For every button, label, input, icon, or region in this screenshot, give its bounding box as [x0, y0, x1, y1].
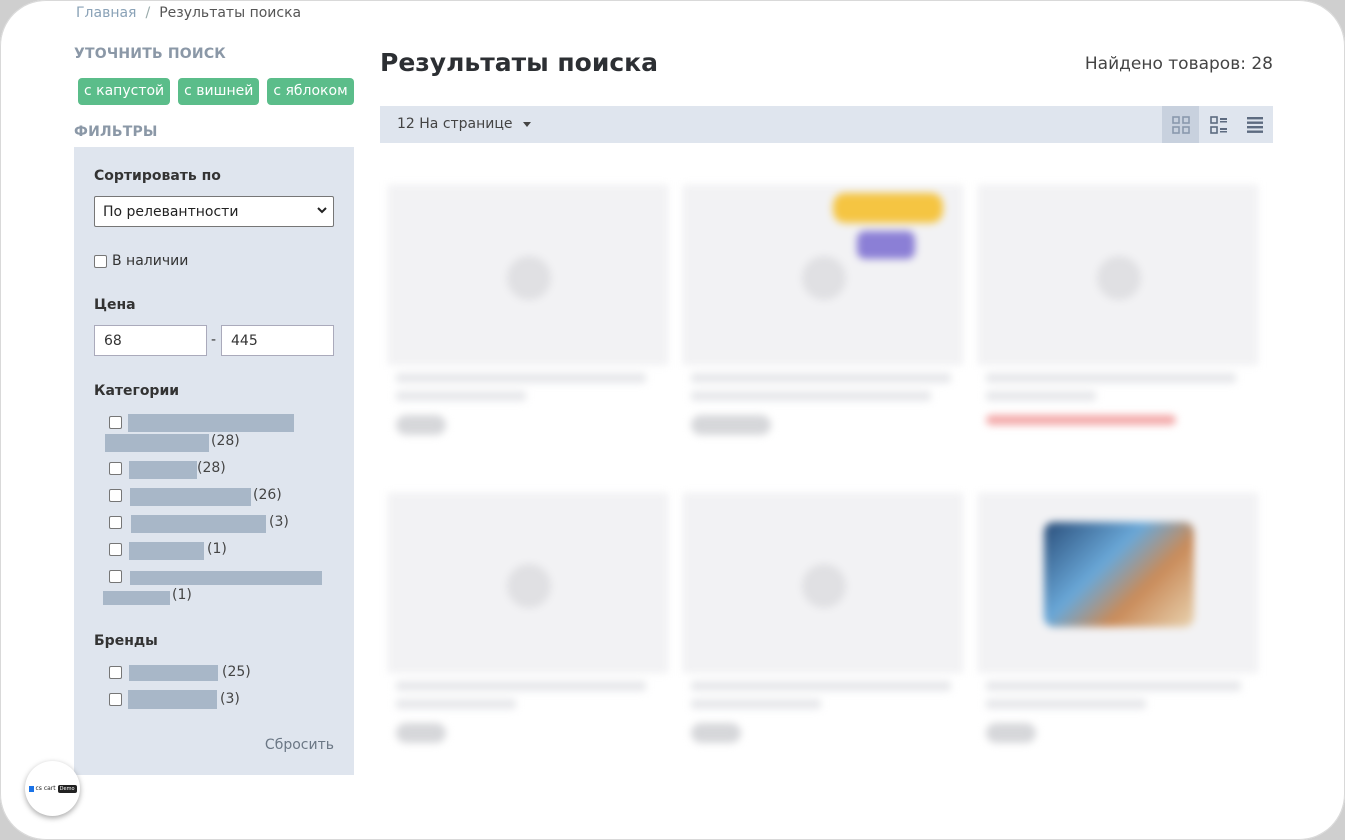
- product-card[interactable]: [388, 185, 668, 435]
- refine-tags: с капустой с вишней с яблоком: [78, 78, 354, 105]
- category-name-redacted: [130, 488, 251, 506]
- cscart-demo-tag: Demo: [57, 784, 77, 793]
- list-view-icon: [1209, 115, 1227, 134]
- product-image: [978, 493, 1258, 673]
- price-min-input[interactable]: 68: [94, 325, 207, 356]
- results-count: Найдено товаров: 28: [1084, 54, 1273, 74]
- image-placeholder-icon: [507, 256, 551, 300]
- refine-tag-cherry[interactable]: с вишней: [178, 78, 260, 105]
- page-frame: Главная / Результаты поиска УТОЧНИТЬ ПОИ…: [0, 0, 1345, 840]
- product-badge: [833, 193, 943, 223]
- category-count: (1): [207, 541, 227, 557]
- product-image: [388, 493, 668, 673]
- price-label: Цена: [94, 297, 136, 313]
- category-name-redacted: [131, 515, 266, 533]
- chevron-down-icon: [317, 207, 327, 214]
- image-placeholder-icon: [507, 564, 551, 608]
- product-card[interactable]: [388, 493, 668, 743]
- breadcrumb: Главная / Результаты поиска: [76, 5, 301, 21]
- page-title: Результаты поиска: [380, 48, 659, 77]
- price-max-input[interactable]: 445: [221, 325, 334, 356]
- refine-tag-apple[interactable]: с яблоком: [267, 78, 354, 105]
- per-page-value: 12 На странице: [397, 116, 513, 132]
- categories-label: Категории: [94, 383, 180, 399]
- category-count: (3): [269, 514, 289, 530]
- image-placeholder-icon: [802, 564, 846, 608]
- cscart-brand: cs cart: [35, 785, 56, 792]
- chevron-down-icon: [522, 121, 531, 127]
- breadcrumb-separator: /: [145, 5, 151, 21]
- product-badge: [857, 231, 915, 259]
- product-image: [388, 185, 668, 365]
- category-name-redacted: [129, 542, 204, 560]
- category-count: (1): [172, 587, 192, 603]
- sort-select-value: По релевантности: [103, 204, 239, 220]
- category-name-redacted: [128, 414, 294, 432]
- reset-filters-link[interactable]: Сбросить: [265, 737, 334, 753]
- brand-name-redacted: [129, 665, 218, 681]
- brand-count: (25): [222, 664, 251, 680]
- category-count: (28): [211, 433, 240, 449]
- category-name-redacted: [105, 434, 209, 452]
- filters-heading: ФИЛЬТРЫ: [74, 124, 158, 140]
- brand-checkbox[interactable]: [109, 693, 122, 706]
- category-count: (26): [253, 487, 282, 503]
- breadcrumb-current: Результаты поиска: [159, 5, 302, 21]
- category-checkbox[interactable]: [109, 462, 122, 475]
- category-checkbox[interactable]: [109, 416, 122, 429]
- image-placeholder-icon: [1097, 256, 1141, 300]
- image-placeholder-icon: [802, 256, 846, 300]
- cscart-demo-widget[interactable]: cs cart Demo: [25, 761, 80, 816]
- compact-view-button[interactable]: [1236, 106, 1273, 143]
- list-view-button[interactable]: [1200, 106, 1237, 143]
- category-count: (28): [197, 460, 226, 476]
- product-image: [978, 185, 1258, 365]
- grid-view-icon: [1171, 115, 1190, 134]
- breadcrumb-home-link[interactable]: Главная: [76, 5, 136, 21]
- product-card[interactable]: [978, 185, 1258, 425]
- brands-label: Бренды: [94, 633, 158, 649]
- brand-name-redacted: [128, 690, 217, 709]
- per-page-dropdown[interactable]: 12 На странице: [397, 116, 531, 132]
- compact-view-icon: [1246, 116, 1263, 133]
- grid-view-button[interactable]: [1162, 106, 1199, 143]
- results-toolbar: 12 На странице: [380, 106, 1273, 143]
- category-name-redacted: [129, 461, 197, 479]
- brand-count: (3): [220, 691, 240, 707]
- product-card[interactable]: [683, 185, 963, 435]
- category-name-redacted: [103, 591, 170, 605]
- brand-checkbox[interactable]: [109, 666, 122, 679]
- refine-tag-cabbage[interactable]: с капустой: [78, 78, 171, 105]
- category-name-redacted: [130, 571, 322, 585]
- category-checkbox[interactable]: [109, 516, 122, 529]
- product-photo: [1044, 522, 1194, 627]
- product-image: [683, 493, 963, 673]
- in-stock-label: В наличии: [112, 253, 189, 269]
- refine-search-heading: УТОЧНИТЬ ПОИСК: [74, 46, 226, 62]
- product-card[interactable]: [978, 493, 1258, 743]
- sort-label: Сортировать по: [94, 168, 221, 184]
- category-checkbox[interactable]: [109, 543, 122, 556]
- price-dash: -: [211, 332, 217, 348]
- product-card[interactable]: [683, 493, 963, 743]
- filters-panel: Сортировать по По релевантности В наличи…: [74, 147, 354, 775]
- category-checkbox[interactable]: [109, 570, 122, 583]
- category-checkbox[interactable]: [109, 489, 122, 502]
- sort-select[interactable]: По релевантности: [94, 196, 334, 227]
- in-stock-checkbox[interactable]: [94, 255, 107, 268]
- cscart-logo-icon: [28, 785, 34, 792]
